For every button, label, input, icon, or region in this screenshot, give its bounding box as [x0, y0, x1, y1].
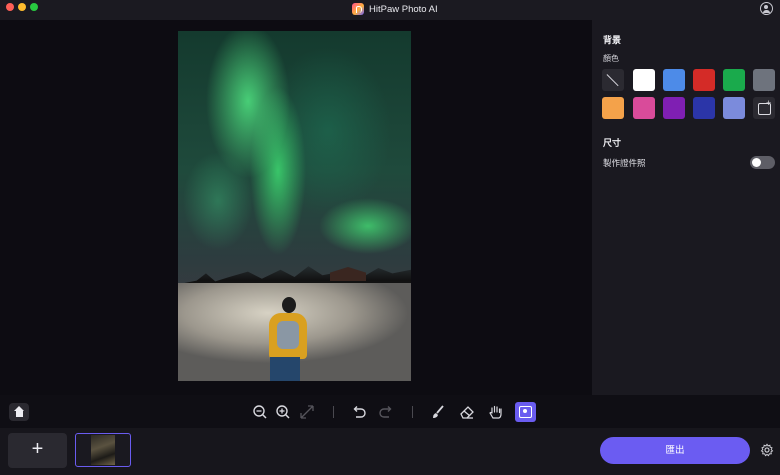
toolbar-divider — [412, 406, 413, 418]
minimize-window-button[interactable] — [18, 3, 26, 11]
brush-icon[interactable] — [429, 403, 447, 421]
settings-gear-icon[interactable] — [760, 443, 774, 457]
bottom-toolbar — [0, 395, 780, 428]
account-icon[interactable] — [760, 2, 773, 15]
id-photo-label: 製作證件照 — [603, 158, 646, 168]
zoom-out-icon[interactable] — [251, 403, 269, 421]
photo-person-head — [282, 297, 296, 313]
thumbnail-image — [91, 435, 115, 465]
swatch-green[interactable] — [723, 69, 745, 91]
app-logo-icon — [352, 3, 364, 15]
color-label: 顏色 — [603, 54, 619, 63]
app-title-text: HitPaw Photo AI — [369, 3, 438, 15]
photo-thumbnail[interactable] — [75, 433, 131, 467]
redo-icon[interactable] — [377, 403, 395, 421]
background-panel: 背景 顏色 尺寸 製作證件照 — [592, 20, 780, 395]
zoom-in-icon[interactable] — [274, 403, 292, 421]
eraser-icon[interactable] — [458, 403, 476, 421]
export-button[interactable]: 匯出 — [600, 437, 750, 464]
swatch-gray[interactable] — [753, 69, 775, 91]
swatch-pink[interactable] — [633, 97, 655, 119]
add-image-background-icon[interactable] — [753, 97, 775, 119]
swatch-lavender[interactable] — [723, 97, 745, 119]
add-photo-button[interactable]: + — [8, 433, 67, 468]
toolbar-divider — [333, 406, 334, 418]
portrait-select-icon[interactable] — [515, 402, 536, 422]
swatch-none[interactable] — [602, 69, 624, 91]
bottom-bar: + 匯出 — [0, 428, 780, 475]
id-photo-toggle[interactable] — [750, 156, 775, 169]
close-window-button[interactable] — [6, 3, 14, 11]
fit-screen-icon[interactable] — [298, 403, 316, 421]
swatch-white[interactable] — [633, 69, 655, 91]
swatch-orange[interactable] — [602, 97, 624, 119]
size-title: 尺寸 — [603, 138, 622, 148]
undo-icon[interactable] — [350, 403, 368, 421]
photo-preview[interactable] — [178, 31, 411, 381]
maximize-window-button[interactable] — [30, 3, 38, 11]
swatch-purple[interactable] — [663, 97, 685, 119]
title-bar: HitPaw Photo AI — [0, 0, 780, 20]
hand-icon[interactable] — [487, 403, 505, 421]
home-button[interactable] — [9, 403, 29, 421]
app-title: HitPaw Photo AI — [352, 2, 438, 16]
editor-canvas[interactable] — [0, 20, 592, 395]
photo-backpack — [277, 321, 299, 349]
photo-cabin — [330, 267, 366, 281]
swatch-red[interactable] — [693, 69, 715, 91]
photo-person-legs — [270, 357, 300, 381]
background-title: 背景 — [603, 35, 622, 45]
swatch-navy[interactable] — [693, 97, 715, 119]
swatch-blue[interactable] — [663, 69, 685, 91]
